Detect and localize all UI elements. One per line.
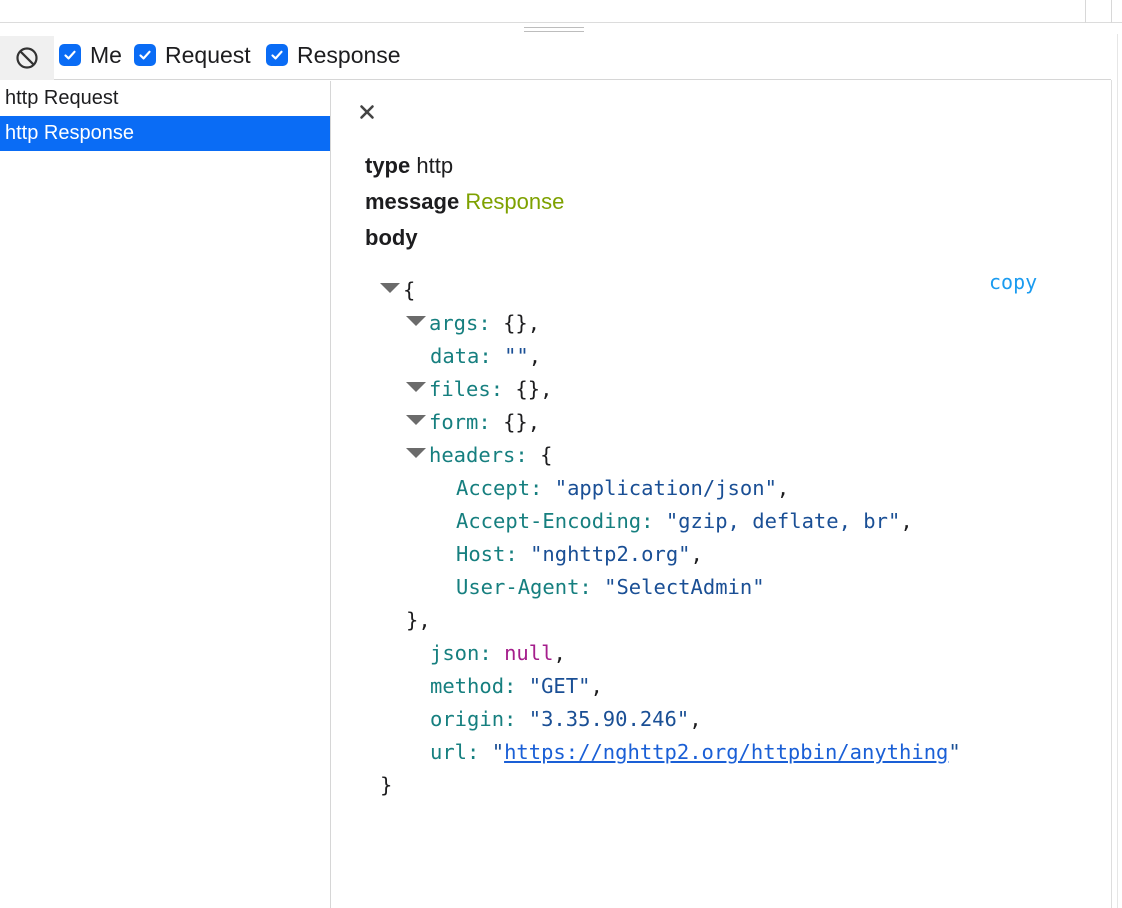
copy-button[interactable]: copy bbox=[989, 270, 1037, 294]
json-line-args: args: {}, bbox=[380, 307, 961, 340]
body-row: body bbox=[365, 225, 418, 251]
json-line-url: url: "https://nghttp2.org/httpbin/anythi… bbox=[430, 740, 961, 764]
message-key: message bbox=[365, 189, 460, 214]
json-line-accept: Accept: "application/json", bbox=[456, 476, 790, 500]
close-button[interactable] bbox=[358, 103, 376, 121]
checkmark-icon bbox=[139, 50, 151, 60]
json-key: url: bbox=[430, 740, 480, 764]
url-link[interactable]: https://nghttp2.org/httpbin/anything bbox=[504, 740, 948, 764]
json-string: "GET" bbox=[528, 674, 591, 698]
filter-label-response: Response bbox=[297, 41, 401, 68]
json-key: Host: bbox=[456, 542, 518, 566]
type-row: type http bbox=[365, 153, 453, 179]
json-key: Accept: bbox=[456, 476, 543, 500]
type-key: type bbox=[365, 153, 411, 178]
json-root-open: { bbox=[380, 274, 961, 307]
list-item-http-response[interactable]: http Response bbox=[0, 116, 330, 151]
json-line-user-agent: User-Agent: "SelectAdmin" bbox=[380, 571, 961, 604]
checkbox-me[interactable] bbox=[59, 44, 81, 66]
checkmark-icon bbox=[64, 50, 76, 60]
clear-button[interactable] bbox=[0, 36, 54, 80]
json-line-headers: headers: { bbox=[380, 439, 961, 472]
resize-handle[interactable] bbox=[524, 27, 584, 34]
checkmark-icon bbox=[271, 50, 283, 60]
divider bbox=[1111, 0, 1112, 23]
filter-request[interactable]: Request bbox=[134, 42, 251, 68]
body-key: body bbox=[365, 225, 418, 250]
json-null: null bbox=[504, 641, 554, 665]
json-key: args: bbox=[429, 311, 491, 335]
triangle-down-icon[interactable] bbox=[406, 316, 426, 326]
close-icon bbox=[360, 105, 374, 119]
type-value: http bbox=[416, 153, 454, 178]
divider bbox=[1111, 80, 1112, 908]
json-viewer: { args: {}, data: "", files: {}, form: {… bbox=[380, 274, 961, 802]
filter-response[interactable]: Response bbox=[266, 42, 401, 68]
json-line-json: json: null, bbox=[430, 641, 566, 665]
json-string: "" bbox=[504, 344, 529, 368]
json-key: form: bbox=[429, 410, 491, 434]
json-key: Accept-Encoding: bbox=[456, 509, 654, 533]
toolbar: Me Request Response bbox=[0, 34, 1111, 80]
json-line-host: Host: "nghttp2.org", bbox=[456, 542, 703, 566]
top-strip bbox=[0, 0, 1122, 23]
json-key: User-Agent: bbox=[456, 575, 592, 599]
json-line-accept-encoding: Accept-Encoding: "gzip, deflate, br", bbox=[456, 509, 913, 533]
json-key: data: bbox=[430, 344, 492, 368]
triangle-down-icon[interactable] bbox=[380, 283, 400, 293]
triangle-down-icon[interactable] bbox=[406, 415, 426, 425]
checkbox-request[interactable] bbox=[134, 44, 156, 66]
json-key: headers: bbox=[429, 443, 528, 467]
list-item-http-request[interactable]: http Request bbox=[0, 81, 330, 116]
json-string: "nghttp2.org" bbox=[530, 542, 691, 566]
block-icon bbox=[16, 47, 38, 69]
filter-label-request: Request bbox=[165, 41, 251, 68]
json-root-close: } bbox=[380, 773, 393, 797]
checkbox-response[interactable] bbox=[266, 44, 288, 66]
json-string: "application/json" bbox=[554, 476, 777, 500]
json-string: "SelectAdmin" bbox=[604, 575, 765, 599]
json-key: origin: bbox=[430, 707, 517, 731]
json-line-data: data: "", bbox=[430, 344, 542, 368]
triangle-down-icon[interactable] bbox=[406, 448, 426, 458]
json-string: "gzip, deflate, br" bbox=[665, 509, 901, 533]
json-line-form: form: {}, bbox=[380, 406, 961, 439]
json-key: files: bbox=[429, 377, 504, 401]
json-string: "3.35.90.246" bbox=[528, 707, 690, 731]
detail-panel: type http message Response body copy { a… bbox=[332, 81, 1111, 908]
filter-label-me: Me bbox=[90, 41, 122, 68]
message-value: Response bbox=[465, 189, 565, 214]
json-line-method: method: "GET", bbox=[430, 674, 603, 698]
message-list: http Request http Response bbox=[0, 81, 331, 908]
scrollbar-track[interactable] bbox=[1117, 34, 1118, 908]
divider bbox=[1085, 0, 1086, 23]
json-line-origin: origin: "3.35.90.246", bbox=[430, 707, 702, 731]
json-line-headers-close: }, bbox=[406, 608, 431, 632]
json-key: method: bbox=[430, 674, 517, 698]
filter-me[interactable]: Me bbox=[59, 42, 122, 68]
json-line-files: files: {}, bbox=[380, 373, 961, 406]
json-key: json: bbox=[430, 641, 492, 665]
triangle-down-icon[interactable] bbox=[406, 382, 426, 392]
message-row: message Response bbox=[365, 189, 564, 215]
